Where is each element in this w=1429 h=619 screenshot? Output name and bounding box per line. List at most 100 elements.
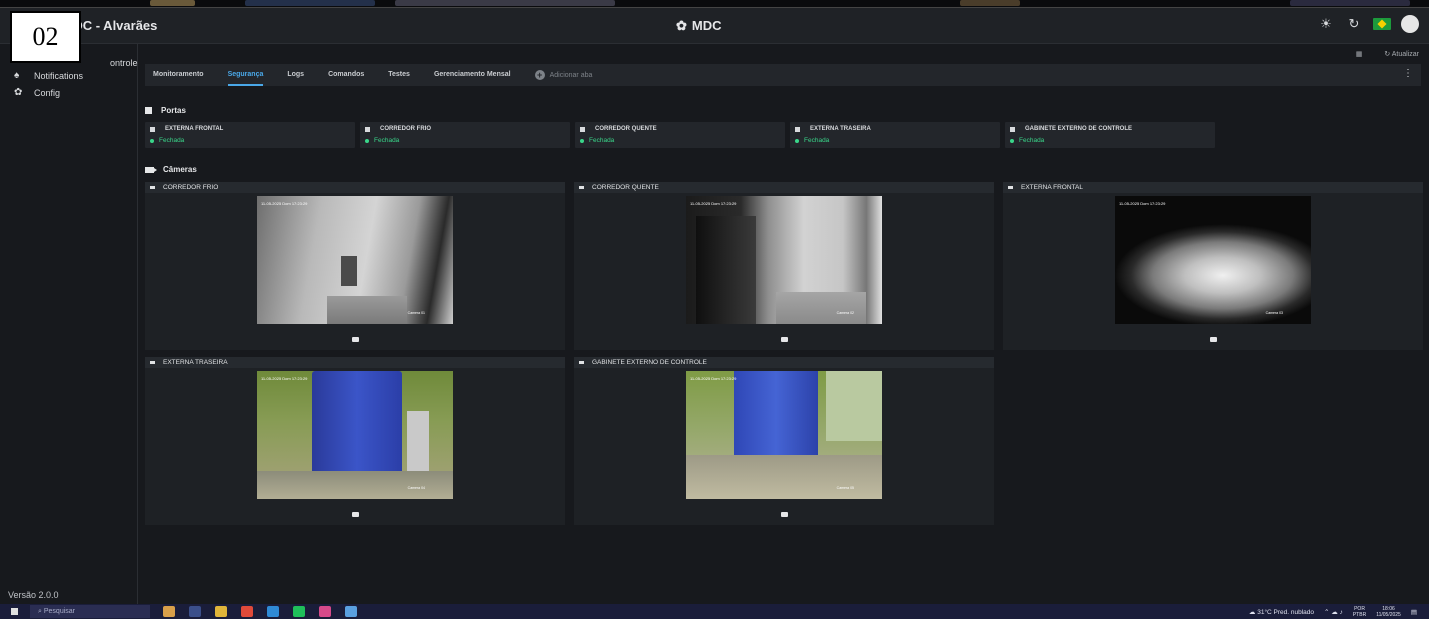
camera-footer xyxy=(1003,337,1423,342)
status-dot-icon xyxy=(580,138,584,143)
avatar[interactable] xyxy=(1401,15,1419,33)
door-icon xyxy=(150,126,155,132)
version-label: Versão 2.0.0 xyxy=(8,590,59,600)
vscode-icon[interactable] xyxy=(267,606,279,617)
camera-feed[interactable]: 11-05-2025 Dom 17:23:29 Camera 04 xyxy=(257,371,453,499)
app-icon[interactable] xyxy=(345,606,357,617)
main-content: ▦ ↻ Atualizar Monitoramento Segurança Lo… xyxy=(139,44,1429,604)
door-name-text: GABINETE EXTERNO DE CONTROLE xyxy=(1025,126,1133,132)
camera-header: GABINETE EXTERNO DE CONTROLE xyxy=(574,357,994,368)
sun-icon[interactable]: ☀ xyxy=(1317,15,1335,33)
camera-footer xyxy=(574,337,994,342)
door-name: EXTERNA FRONTAL xyxy=(150,126,223,132)
lang2-text: PTBR xyxy=(1352,611,1367,618)
feed-camera-label: Camera 03 xyxy=(1265,311,1283,315)
section-portas-label: Portas xyxy=(161,106,186,115)
sidebar-item-notifications[interactable]: ♠ Notifications xyxy=(14,70,83,81)
camera-feed[interactable]: 11-05-2025 Dom 17:23:29 Camera 01 xyxy=(257,196,453,324)
tray-icons[interactable]: ⌃ ☁ ♪ xyxy=(1324,608,1343,616)
door-name: GABINETE EXTERNO DE CONTROLE xyxy=(1010,126,1132,132)
sidebar-item-label: ontrole xyxy=(110,58,138,68)
camera-icon xyxy=(150,186,155,189)
section-cameras-label: Câmeras xyxy=(163,165,197,174)
door-icon xyxy=(580,126,585,132)
refresh-icon[interactable]: ↻ xyxy=(1345,15,1363,33)
tab-testes[interactable]: Testes xyxy=(388,64,410,86)
language-flag-button[interactable] xyxy=(1373,15,1391,33)
brave-browser-icon[interactable] xyxy=(241,606,253,617)
brazil-flag-icon xyxy=(1373,18,1391,30)
door-name-text: EXTERNA FRONTAL xyxy=(165,126,224,132)
door-status: Fechada xyxy=(580,137,614,144)
fullscreen-icon[interactable] xyxy=(1209,337,1217,342)
status-dot-icon xyxy=(365,138,369,143)
refresh-button[interactable]: ↻ Atualizar xyxy=(1384,50,1419,58)
feed-camera-label: Camera 02 xyxy=(836,311,854,315)
camera-header: CORREDOR QUENTE xyxy=(574,182,994,193)
door-status: Fechada xyxy=(365,137,399,144)
door-status: Fechada xyxy=(1010,137,1044,144)
status-dot-icon xyxy=(150,138,154,143)
tab-bar: Monitoramento Segurança Logs Comandos Te… xyxy=(145,64,1421,86)
weather-widget[interactable]: ☁ 31°C Pred. nublado xyxy=(1249,608,1314,616)
camera-name: GABINETE EXTERNO DE CONTROLE xyxy=(592,359,707,366)
fullscreen-icon[interactable] xyxy=(351,512,359,517)
main-toolbar: ▦ ↻ Atualizar xyxy=(1356,50,1419,58)
browser-strip xyxy=(0,0,1429,8)
bell-icon: ♠ xyxy=(14,70,20,81)
fullscreen-icon[interactable] xyxy=(351,337,359,342)
tab-seguranca[interactable]: Segurança xyxy=(227,64,263,86)
door-status: Fechada xyxy=(150,137,184,144)
add-tab-button[interactable]: + Adicionar aba xyxy=(534,64,593,86)
spotify-icon[interactable] xyxy=(293,606,305,617)
camera-feed[interactable]: 11-05-2025 Dom 17:23:29 Camera 03 xyxy=(1115,196,1311,324)
camera-header: EXTERNA TRASEIRA xyxy=(145,357,565,368)
tab-gerenciamento-mensal[interactable]: Gerenciamento Mensal xyxy=(434,64,511,86)
door-name-text: EXTERNA TRASEIRA xyxy=(810,126,871,132)
door-icon xyxy=(145,107,152,114)
camera-icon xyxy=(579,186,584,189)
gear-icon: ✿ xyxy=(14,87,23,98)
tab-monitoramento[interactable]: Monitoramento xyxy=(153,64,204,86)
clock[interactable]: 18:06 11/05/2025 xyxy=(1376,606,1401,618)
door-card: EXTERNA FRONTAL Fechada xyxy=(145,122,355,148)
grid-icon[interactable]: ▦ xyxy=(1356,50,1363,58)
tab-comandos[interactable]: Comandos xyxy=(328,64,364,86)
tab-logs[interactable]: Logs xyxy=(287,64,304,86)
page-title: ✿ MDC xyxy=(676,18,722,34)
windows-start-icon[interactable] xyxy=(11,608,18,615)
header-actions: ☀ ↻ xyxy=(1317,15,1419,33)
fullscreen-icon[interactable] xyxy=(780,337,788,342)
sidebar-item-label: Config xyxy=(34,87,61,98)
plus-icon: + xyxy=(534,70,545,80)
door-card: CORREDOR QUENTE Fechada xyxy=(575,122,785,148)
language-indicator[interactable]: POR PTBR xyxy=(1353,606,1366,618)
feed-timestamp: 11-05-2025 Dom 17:23:29 xyxy=(261,376,308,381)
camera-card: CORREDOR QUENTE 11-05-2025 Dom 17:23:29 … xyxy=(574,182,994,350)
date-text: 11/05/2025 xyxy=(1376,611,1401,618)
status-dot-icon xyxy=(795,138,799,143)
page-title-text: MDC xyxy=(691,18,722,33)
file-explorer-icon[interactable] xyxy=(215,606,227,617)
camera-icon xyxy=(1008,186,1013,189)
door-status-text: Fechada xyxy=(804,137,830,144)
add-tab-label: Adicionar aba xyxy=(549,71,593,79)
fullscreen-icon[interactable] xyxy=(780,512,788,517)
notification-icon[interactable]: ▤ xyxy=(1411,608,1417,616)
task-view-icon[interactable] xyxy=(189,606,201,617)
chrome-icon[interactable] xyxy=(319,606,331,617)
widgets-icon[interactable] xyxy=(163,606,175,617)
door-icon xyxy=(365,126,370,132)
camera-feed[interactable]: 11-05-2025 Dom 17:23:29 Camera 05 xyxy=(686,371,882,499)
door-card: CORREDOR FRIO Fechada xyxy=(360,122,570,148)
door-status-text: Fechada xyxy=(159,137,185,144)
sidebar-item-config[interactable]: ✿ Config xyxy=(14,87,60,98)
door-card: EXTERNA TRASEIRA Fechada xyxy=(790,122,1000,148)
taskbar-search-input[interactable]: ⌕ Pesquisar xyxy=(30,605,150,618)
camera-card: EXTERNA TRASEIRA 11-05-2025 Dom 17:23:29… xyxy=(145,357,565,525)
camera-feed[interactable]: 11-05-2025 Dom 17:23:29 Camera 02 xyxy=(686,196,882,324)
door-name-text: CORREDOR QUENTE xyxy=(595,126,657,132)
more-vert-icon[interactable]: ⋮ xyxy=(1403,68,1413,79)
door-status-text: Fechada xyxy=(589,137,615,144)
door-icon xyxy=(1010,126,1015,132)
